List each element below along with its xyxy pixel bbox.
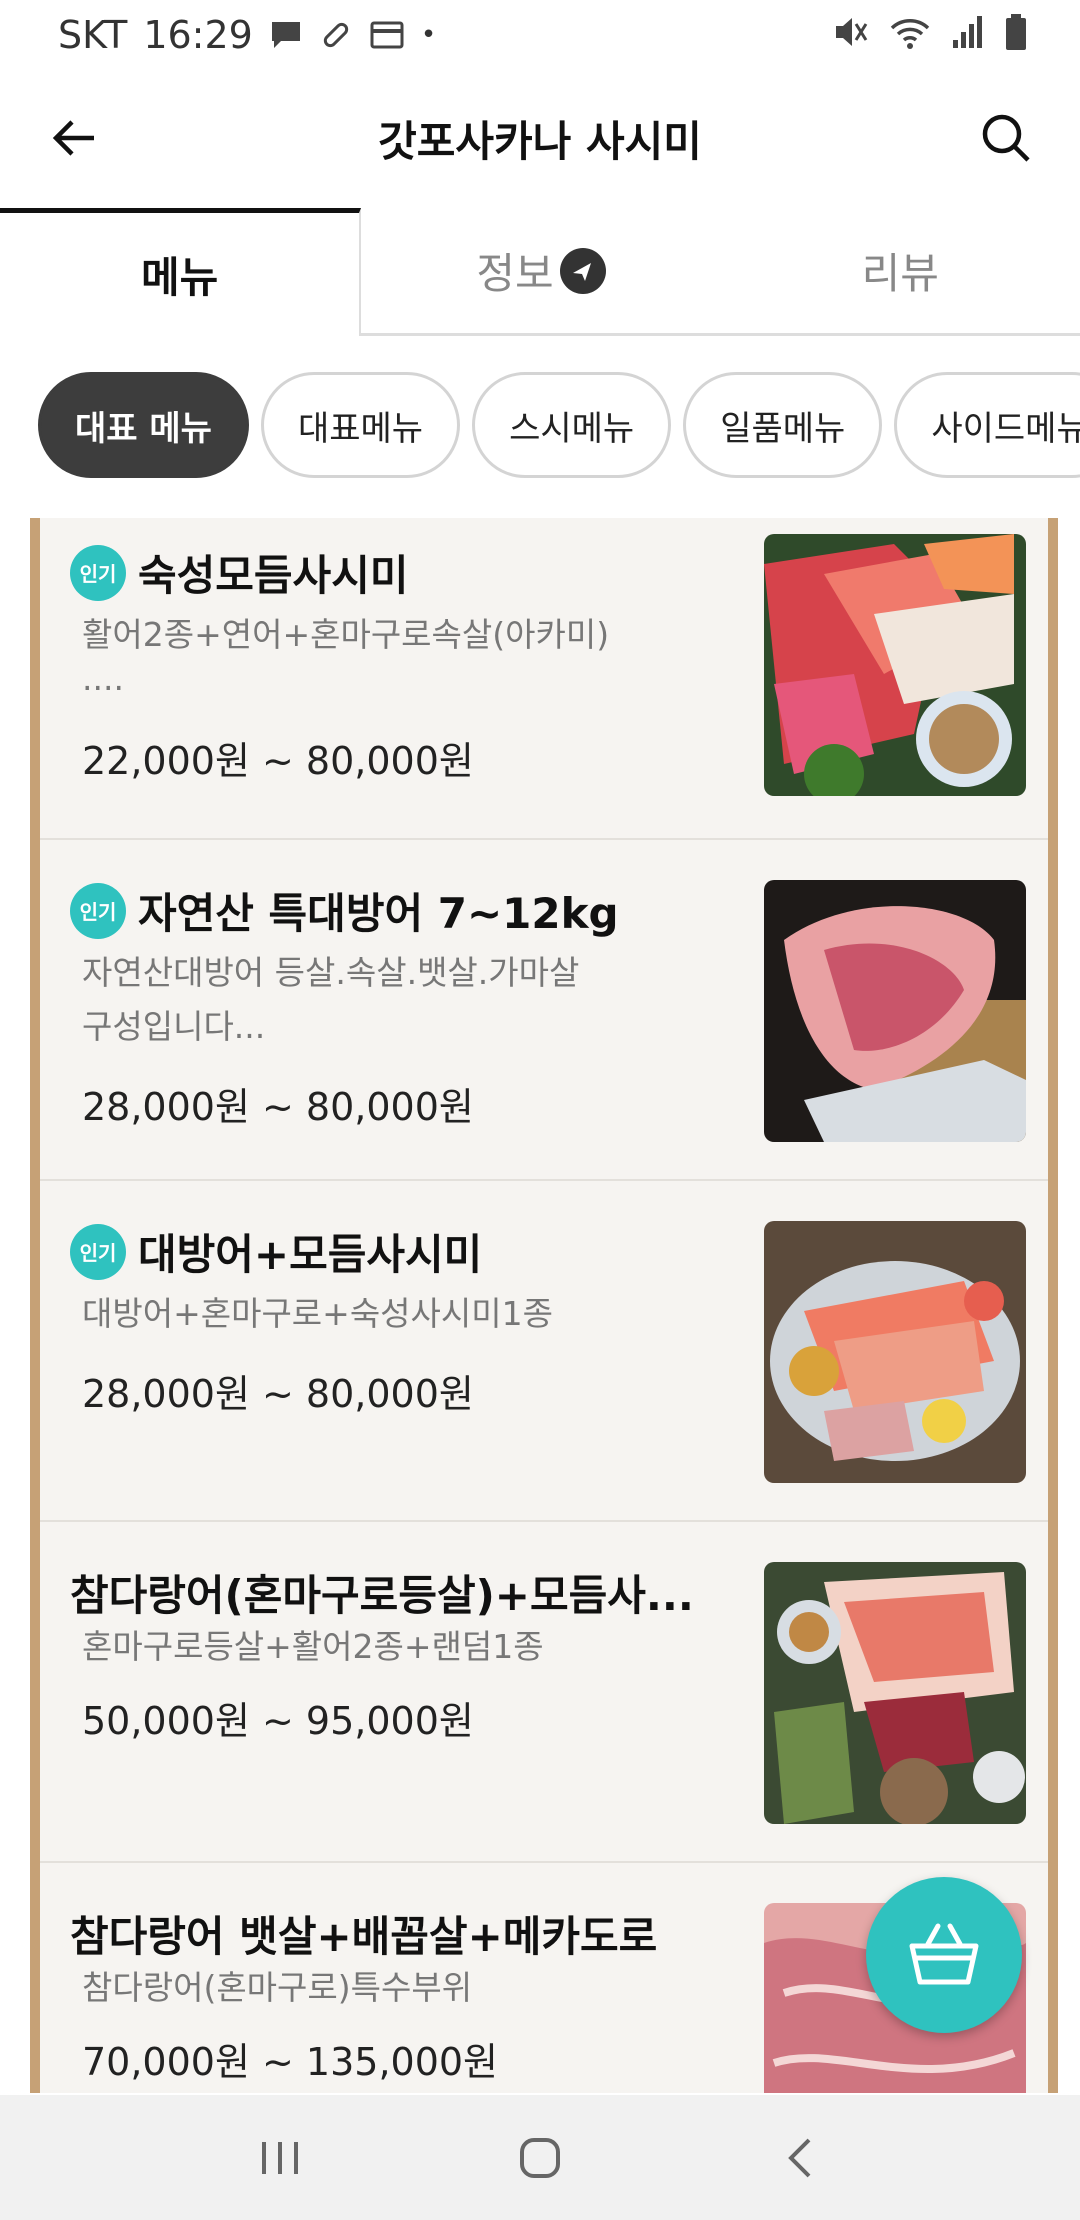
tab-info-label: 정보	[476, 249, 554, 298]
mute-icon	[836, 18, 868, 46]
menu-item-description: 참다랑어(혼마구로)특수부위	[82, 1968, 473, 2007]
home-button[interactable]	[495, 2123, 585, 2193]
tab-review-label: 리뷰	[861, 249, 939, 298]
search-button[interactable]	[972, 104, 1040, 172]
chip-side-menu[interactable]: 사이드메뉴	[894, 372, 1080, 478]
chat-notification-icon	[271, 22, 300, 48]
menu-item-price: 70,000원 ~ 135,000원	[82, 2040, 499, 2084]
recent-apps-button[interactable]	[235, 2123, 325, 2193]
carrier-label: SKT	[58, 13, 128, 57]
menu-item[interactable]: 참다랑어(혼마구로등살)+모듬사... 혼마구로등살+활어2종+랜덤1종 50,…	[40, 1522, 1048, 1863]
chip-main-menu[interactable]: 대표메뉴	[260, 372, 461, 478]
menu-item-price: 28,000원 ~ 80,000원	[82, 1085, 474, 1129]
menu-item-name: 자연산 특대방어 7~12kg	[138, 889, 619, 938]
chip-signature-menu[interactable]: 대표 메뉴	[38, 372, 249, 478]
chip-sushi-menu[interactable]: 스시메뉴	[472, 372, 672, 478]
menu-item-description: 활어2종+연어+혼마구로속살(아카미) ....	[82, 615, 610, 698]
popular-badge: 인기	[70, 1223, 126, 1280]
menu-item-photo	[764, 1562, 1026, 1824]
search-icon	[982, 114, 1030, 162]
popular-badge: 인기	[70, 544, 126, 601]
tab-review[interactable]: 리뷰	[720, 208, 1080, 336]
system-nav-bar	[0, 2095, 1080, 2220]
clock: 16:29	[143, 13, 253, 57]
recent-apps-icon	[262, 2141, 298, 2174]
home-icon	[520, 2137, 560, 2178]
signal-icon	[953, 16, 982, 48]
menu-item-description: 혼마구로등살+활어2종+랜덤1종	[82, 1627, 544, 1666]
more-notifications-dot: •	[420, 20, 437, 50]
basket-icon	[909, 1923, 979, 1985]
menu-item-price: 50,000원 ~ 95,000원	[82, 1699, 474, 1743]
menu-item-name: 참다랑어(혼마구로등살)+모듬사...	[70, 1571, 694, 1620]
menu-item-description: 자연산대방어 등살.속살.뱃살.가마살 구성입니다...	[82, 953, 580, 1046]
wifi-icon	[890, 19, 930, 49]
tab-menu[interactable]: 메뉴	[0, 208, 362, 336]
category-chips: 대표 메뉴 대표메뉴 스시메뉴 일품메뉴 사이드메뉴	[38, 372, 1080, 482]
page-title: 갓포사카나 사시미	[378, 117, 702, 166]
tab-menu-label: 메뉴	[141, 253, 219, 302]
pill-notification-icon	[323, 22, 348, 48]
menu-item[interactable]: 인기 대방어+모듬사시미 대방어+혼마구로+숙성사시미1종 28,000원 ~ …	[40, 1181, 1048, 1522]
tab-bar: 메뉴 정보 리뷰	[0, 208, 1080, 336]
menu-item-name: 대방어+모듬사시미	[138, 1230, 483, 1279]
chip-a-la-carte-menu[interactable]: 일품메뉴	[683, 372, 883, 478]
menu-item-description: 대방어+혼마구로+숙성사시미1종	[82, 1294, 553, 1333]
card-notification-icon	[370, 21, 404, 49]
menu-item[interactable]: 인기 자연산 특대방어 7~12kg 자연산대방어 등살.속살.뱃살.가마살 구…	[40, 840, 1048, 1181]
menu-item-photo	[764, 1221, 1026, 1483]
tab-info[interactable]: 정보	[361, 208, 721, 336]
chevron-left-icon	[788, 2138, 811, 2177]
system-back-button[interactable]	[755, 2123, 845, 2193]
menu-item-name: 숙성모듬사시미	[138, 551, 409, 600]
menu-item-price: 22,000원 ~ 80,000원	[82, 739, 474, 783]
screen: SKT 16:29 • 갓포사카나 사시미 메뉴 정보 리뷰 대표 메뉴 대표메…	[0, 0, 1080, 2220]
app-bar: 갓포사카나 사시미	[0, 70, 1080, 206]
menu-item[interactable]: 인기 숙성모듬사시미 활어2종+연어+혼마구로속살(아카미) .... 22,0…	[40, 518, 1048, 840]
cart-button[interactable]	[866, 1877, 1022, 2033]
menu-item-name: 참다랑어 뱃살+배꼽살+메카도로	[70, 1912, 658, 1961]
menu-list: 인기 숙성모듬사시미 활어2종+연어+혼마구로속살(아카미) .... 22,0…	[30, 518, 1058, 2093]
battery-icon	[1006, 14, 1026, 50]
popular-badge: 인기	[70, 882, 126, 939]
status-bar: SKT 16:29 •	[0, 0, 1080, 70]
menu-item-photo	[764, 880, 1026, 1142]
menu-item-price: 28,000원 ~ 80,000원	[82, 1372, 474, 1416]
announcement-icon	[559, 247, 606, 294]
menu-item-photo	[764, 534, 1026, 796]
